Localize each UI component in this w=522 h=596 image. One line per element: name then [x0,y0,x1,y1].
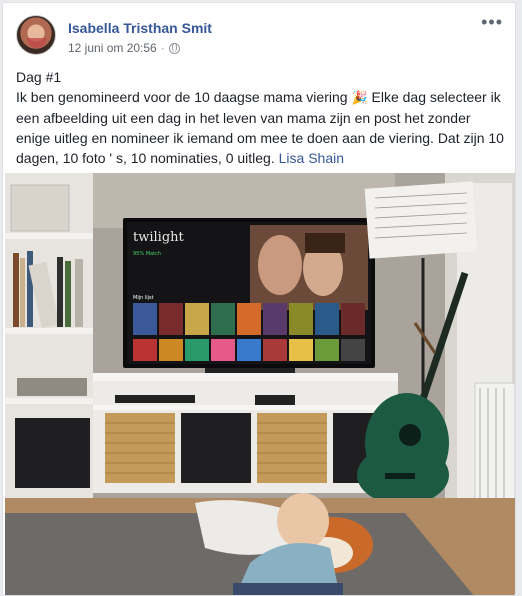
author-name[interactable]: Isabella Tristhan Smit [68,20,212,36]
party-popper-icon: 🎉 [351,90,368,105]
avatar[interactable] [16,15,56,55]
post-text-part1: Ik ben genomineerd voor de 10 daagse mam… [16,89,352,105]
meta-separator: · [160,41,165,55]
globe-icon[interactable] [168,42,180,54]
tv-title: twilight [133,230,185,245]
post-header: Isabella Tristhan Smit 12 juni om 20:56 … [16,13,503,59]
photo-illustration: twilight 95% Match Mijn lijst [5,173,515,595]
post-card: Isabella Tristhan Smit 12 juni om 20:56 … [2,2,516,596]
tv-badge: 95% Match [133,251,161,257]
post-date[interactable]: 12 juni om 20:56 [68,41,157,55]
more-dots-icon[interactable]: ••• [481,13,503,31]
mention-link[interactable]: Lisa Shain [279,150,344,166]
post-text: Dag #1 Ik ben genomineerd voor de 10 daa… [16,67,506,168]
post-meta: 12 juni om 20:56 · [68,41,180,55]
post-text-body: Ik ben genomineerd voor de 10 daagse mam… [16,87,506,168]
tv-row-label: Mijn lijst [133,295,154,301]
post-photo[interactable]: twilight 95% Match Mijn lijst [5,173,515,595]
post-text-line1: Dag #1 [16,69,62,85]
